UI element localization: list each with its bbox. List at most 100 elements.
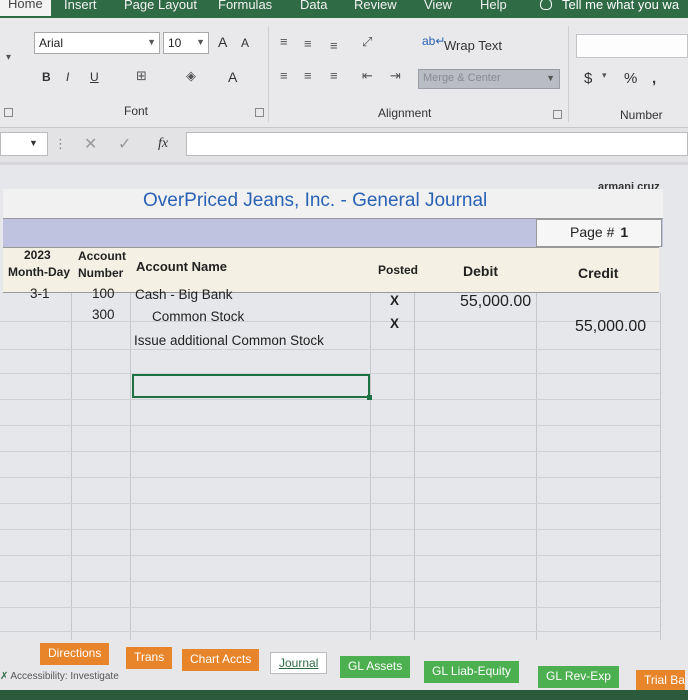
wrap-text-icon: ab↵ xyxy=(422,34,446,48)
align-top-icon[interactable]: ≡ xyxy=(280,34,288,49)
entry-account-number[interactable]: 300 xyxy=(92,307,115,322)
font-color-button[interactable]: A xyxy=(228,69,237,85)
tab-help[interactable]: Help xyxy=(480,0,507,12)
font-size-select[interactable]: 10 ▼ xyxy=(163,32,209,54)
gridline xyxy=(0,529,660,530)
font-name-select[interactable]: Arial ▼ xyxy=(34,32,160,54)
entry-date[interactable]: 3-1 xyxy=(30,286,50,301)
entry-posted[interactable]: X xyxy=(390,316,399,331)
gridline xyxy=(0,477,660,478)
more-icon[interactable]: ⋮ xyxy=(54,136,67,152)
insert-function-button[interactable]: fx xyxy=(158,136,168,152)
currency-button[interactable]: $ xyxy=(584,70,592,87)
gridline xyxy=(0,503,660,504)
gridline xyxy=(536,293,537,640)
dialog-launcher-icon[interactable] xyxy=(553,110,562,119)
comma-button[interactable]: , xyxy=(652,70,656,87)
divider xyxy=(268,26,269,122)
ribbon-tab-bar: Home Insert Page Layout Formulas Data Re… xyxy=(0,0,688,18)
gridline xyxy=(0,451,660,452)
entry-posted[interactable]: X xyxy=(390,293,399,308)
gridline xyxy=(0,425,660,426)
tab-data[interactable]: Data xyxy=(300,0,327,12)
tab-page-layout[interactable]: Page Layout xyxy=(124,0,197,12)
entry-account-number[interactable]: 100 xyxy=(92,286,115,301)
align-middle-icon[interactable]: ≡ xyxy=(304,36,312,51)
ribbon: ▾ Arial ▼ 10 ▼ A A B I U ⊞ ◈ A Font ≡ ≡ … xyxy=(0,18,688,128)
align-right-icon[interactable]: ≡ xyxy=(330,68,338,83)
formula-bar: ▼ ⋮ ✕ ✓ fx xyxy=(0,128,688,162)
header-account-name: Account Name xyxy=(136,259,228,274)
selected-cell[interactable] xyxy=(132,374,372,400)
sheet-tab-gl-assets[interactable]: GL Assets xyxy=(340,656,411,678)
cancel-icon[interactable]: ✕ xyxy=(84,134,97,154)
borders-icon[interactable]: ⊞ xyxy=(136,68,147,84)
sheet-tab-gl-liab-equity[interactable]: GL Liab-Equity xyxy=(424,661,519,683)
gridline xyxy=(660,293,661,640)
bold-button[interactable]: B xyxy=(42,70,51,84)
sheet-tab-trans[interactable]: Trans xyxy=(126,647,173,669)
sheet-tab-gl-rev-exp[interactable]: GL Rev-Exp xyxy=(538,666,619,688)
decrease-indent-icon[interactable]: ⇤ xyxy=(362,68,373,84)
tab-review[interactable]: Review xyxy=(354,0,397,12)
tab-insert[interactable]: Insert xyxy=(64,0,97,12)
chevron-down-icon[interactable]: ▾ xyxy=(602,70,607,81)
page-number-label: Page # 1 xyxy=(570,224,628,240)
fill-color-icon[interactable]: ◈ xyxy=(186,68,196,84)
underline-button[interactable]: U xyxy=(90,70,99,84)
font-group-label: Font xyxy=(124,104,149,118)
shrink-font-button[interactable]: A xyxy=(241,36,249,50)
entry-debit[interactable]: 55,000.00 xyxy=(460,293,531,311)
tell-me-text: Tell me what you wa xyxy=(562,0,680,12)
accessibility-status[interactable]: ✗ Accessibility: Investigate xyxy=(0,671,119,682)
name-box[interactable]: ▼ xyxy=(0,132,48,156)
gridline xyxy=(0,607,660,608)
header-posted: Posted xyxy=(378,263,419,277)
percent-button[interactable]: % xyxy=(624,70,637,87)
merge-center-button[interactable]: Merge & Center ▼ xyxy=(418,69,560,89)
number-format-select[interactable] xyxy=(576,34,688,58)
gridline xyxy=(0,555,660,556)
dialog-launcher-icon[interactable] xyxy=(255,108,264,117)
header-account: Account xyxy=(78,249,126,263)
sheet-tab-journal[interactable]: Journal xyxy=(270,652,328,674)
grow-font-button[interactable]: A xyxy=(218,34,227,50)
sheet-tab-trial-balance[interactable]: Trial Ba xyxy=(636,670,685,692)
entry-account-name[interactable]: Common Stock xyxy=(152,309,244,324)
sheet-tab-chart-accts[interactable]: Chart Accts xyxy=(182,649,260,671)
accessibility-icon: ✗ xyxy=(0,671,9,682)
entry-account-name[interactable]: Issue additional Common Stock xyxy=(134,333,324,348)
worksheet-grid[interactable]: armani cruz OverPriced Jeans, Inc. - Gen… xyxy=(0,165,688,640)
wrap-text-button[interactable]: Wrap Text xyxy=(444,38,502,53)
dialog-launcher-icon[interactable] xyxy=(4,108,13,117)
tab-formulas[interactable]: Formulas xyxy=(218,0,272,12)
sheet-tab-directions[interactable]: Directions xyxy=(40,643,110,665)
header-number: Number xyxy=(78,266,124,280)
enter-icon[interactable]: ✓ xyxy=(118,134,131,154)
divider xyxy=(568,26,569,122)
chevron-down-icon: ▼ xyxy=(546,73,555,83)
tab-home[interactable]: Home xyxy=(0,0,51,16)
align-bottom-icon[interactable]: ≡ xyxy=(330,38,338,53)
entry-account-name[interactable]: Cash - Big Bank xyxy=(135,287,233,302)
merge-center-label: Merge & Center xyxy=(423,72,501,84)
italic-button[interactable]: I xyxy=(66,70,69,84)
gridline xyxy=(0,581,660,582)
font-name-value: Arial xyxy=(39,36,64,50)
tab-view[interactable]: View xyxy=(424,0,452,12)
entry-credit[interactable]: 55,000.00 xyxy=(575,318,646,336)
chevron-down-icon[interactable]: ▾ xyxy=(6,52,11,63)
gridline xyxy=(0,399,660,400)
status-bar xyxy=(0,690,688,700)
accessibility-text: Accessibility: Investigate xyxy=(10,671,119,682)
tell-me-search[interactable]: Tell me what you wa xyxy=(540,0,679,12)
header-month-day: Month-Day xyxy=(8,265,70,279)
orientation-icon[interactable]: ⤢ xyxy=(362,34,372,50)
gridline xyxy=(414,293,415,640)
align-left-icon[interactable]: ≡ xyxy=(280,68,288,83)
align-center-icon[interactable]: ≡ xyxy=(304,68,312,83)
formula-input[interactable] xyxy=(186,132,688,156)
chevron-down-icon: ▼ xyxy=(29,138,38,148)
increase-indent-icon[interactable]: ⇥ xyxy=(390,68,401,84)
journal-title: OverPriced Jeans, Inc. - General Journal xyxy=(143,190,488,211)
